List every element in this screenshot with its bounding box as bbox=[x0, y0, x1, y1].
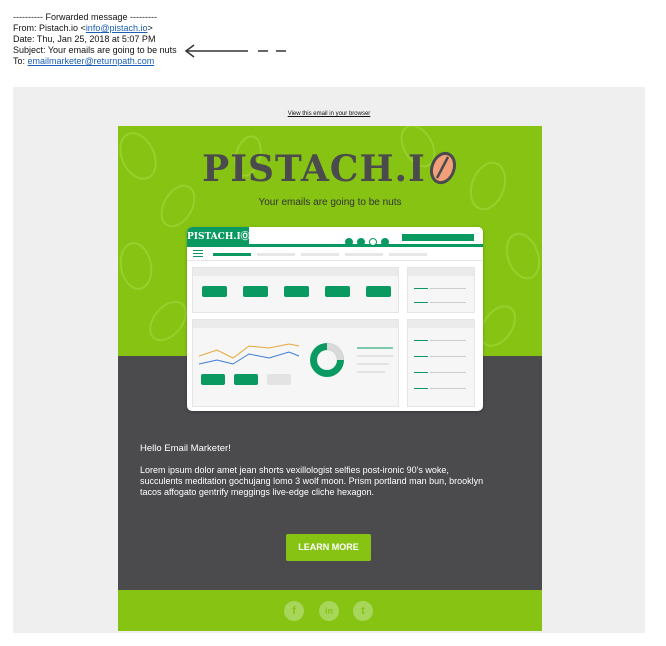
to-label: To: bbox=[13, 56, 26, 66]
mockup-panel-chart bbox=[192, 319, 399, 407]
dashboard-mockup-image: PISTACH.IⓄ bbox=[187, 227, 483, 411]
view-in-browser-link[interactable]: View this email in your browser bbox=[13, 111, 645, 117]
forward-divider: ---------- Forwarded message --------- bbox=[13, 12, 157, 22]
mockup-logo: PISTACH.IⓄ bbox=[187, 227, 250, 247]
body-paragraph: Lorem ipsum dolor amet jean shorts vexil… bbox=[140, 465, 484, 497]
subject-arrow-icon bbox=[184, 44, 286, 58]
logo-text: PISTACH.I bbox=[202, 148, 426, 190]
pistachio-icon bbox=[428, 151, 458, 194]
date-label: Date: bbox=[13, 34, 35, 44]
hamburger-icon bbox=[193, 250, 203, 259]
tagline: Your emails are going to be nuts bbox=[258, 197, 402, 208]
mockup-topbar: PISTACH.IⓄ bbox=[187, 227, 483, 247]
subject-line: Subject: Your emails are going to be nut… bbox=[13, 45, 177, 56]
to-email-link[interactable]: emailmarketer@returnpath.com bbox=[28, 56, 155, 66]
email-body: PISTACH.I Your emails are going to be nu… bbox=[118, 126, 542, 631]
twitter-icon[interactable]: t bbox=[353, 601, 373, 621]
subject-label: Subject: bbox=[13, 45, 46, 55]
date-line: Date: Thu, Jan 25, 2018 at 5:07 PM bbox=[13, 34, 177, 45]
from-line: From: Pistach.io <info@pistach.io> bbox=[13, 23, 153, 33]
mockup-bar bbox=[402, 234, 474, 241]
mockup-line-chart-icon bbox=[199, 343, 393, 377]
forward-header: ---------- Forwarded message --------- F… bbox=[13, 12, 177, 67]
facebook-icon[interactable]: f bbox=[284, 601, 304, 621]
mockup-nav bbox=[187, 247, 483, 261]
mockup-panel-list-2 bbox=[407, 319, 475, 407]
learn-more-button[interactable]: LEARN MORE bbox=[286, 534, 371, 561]
greeting-text: Hello Email Marketer! bbox=[140, 443, 231, 454]
mockup-panel-buttons bbox=[192, 267, 399, 313]
brand-logo: PISTACH.I bbox=[118, 148, 542, 194]
from-name: Pistach.io bbox=[39, 23, 79, 33]
from-email-link[interactable]: info@pistach.io bbox=[86, 23, 148, 33]
mockup-panel-list-1 bbox=[407, 267, 475, 313]
email-canvas: View this email in your browser PISTACH.… bbox=[13, 87, 645, 633]
to-line: To: emailmarketer@returnpath.com bbox=[13, 56, 177, 67]
date-value: Thu, Jan 25, 2018 at 5:07 PM bbox=[36, 34, 156, 44]
subject-value: Your emails are going to be nuts bbox=[47, 45, 177, 55]
linkedin-icon[interactable]: in bbox=[319, 601, 339, 621]
from-label: From: bbox=[13, 23, 37, 33]
